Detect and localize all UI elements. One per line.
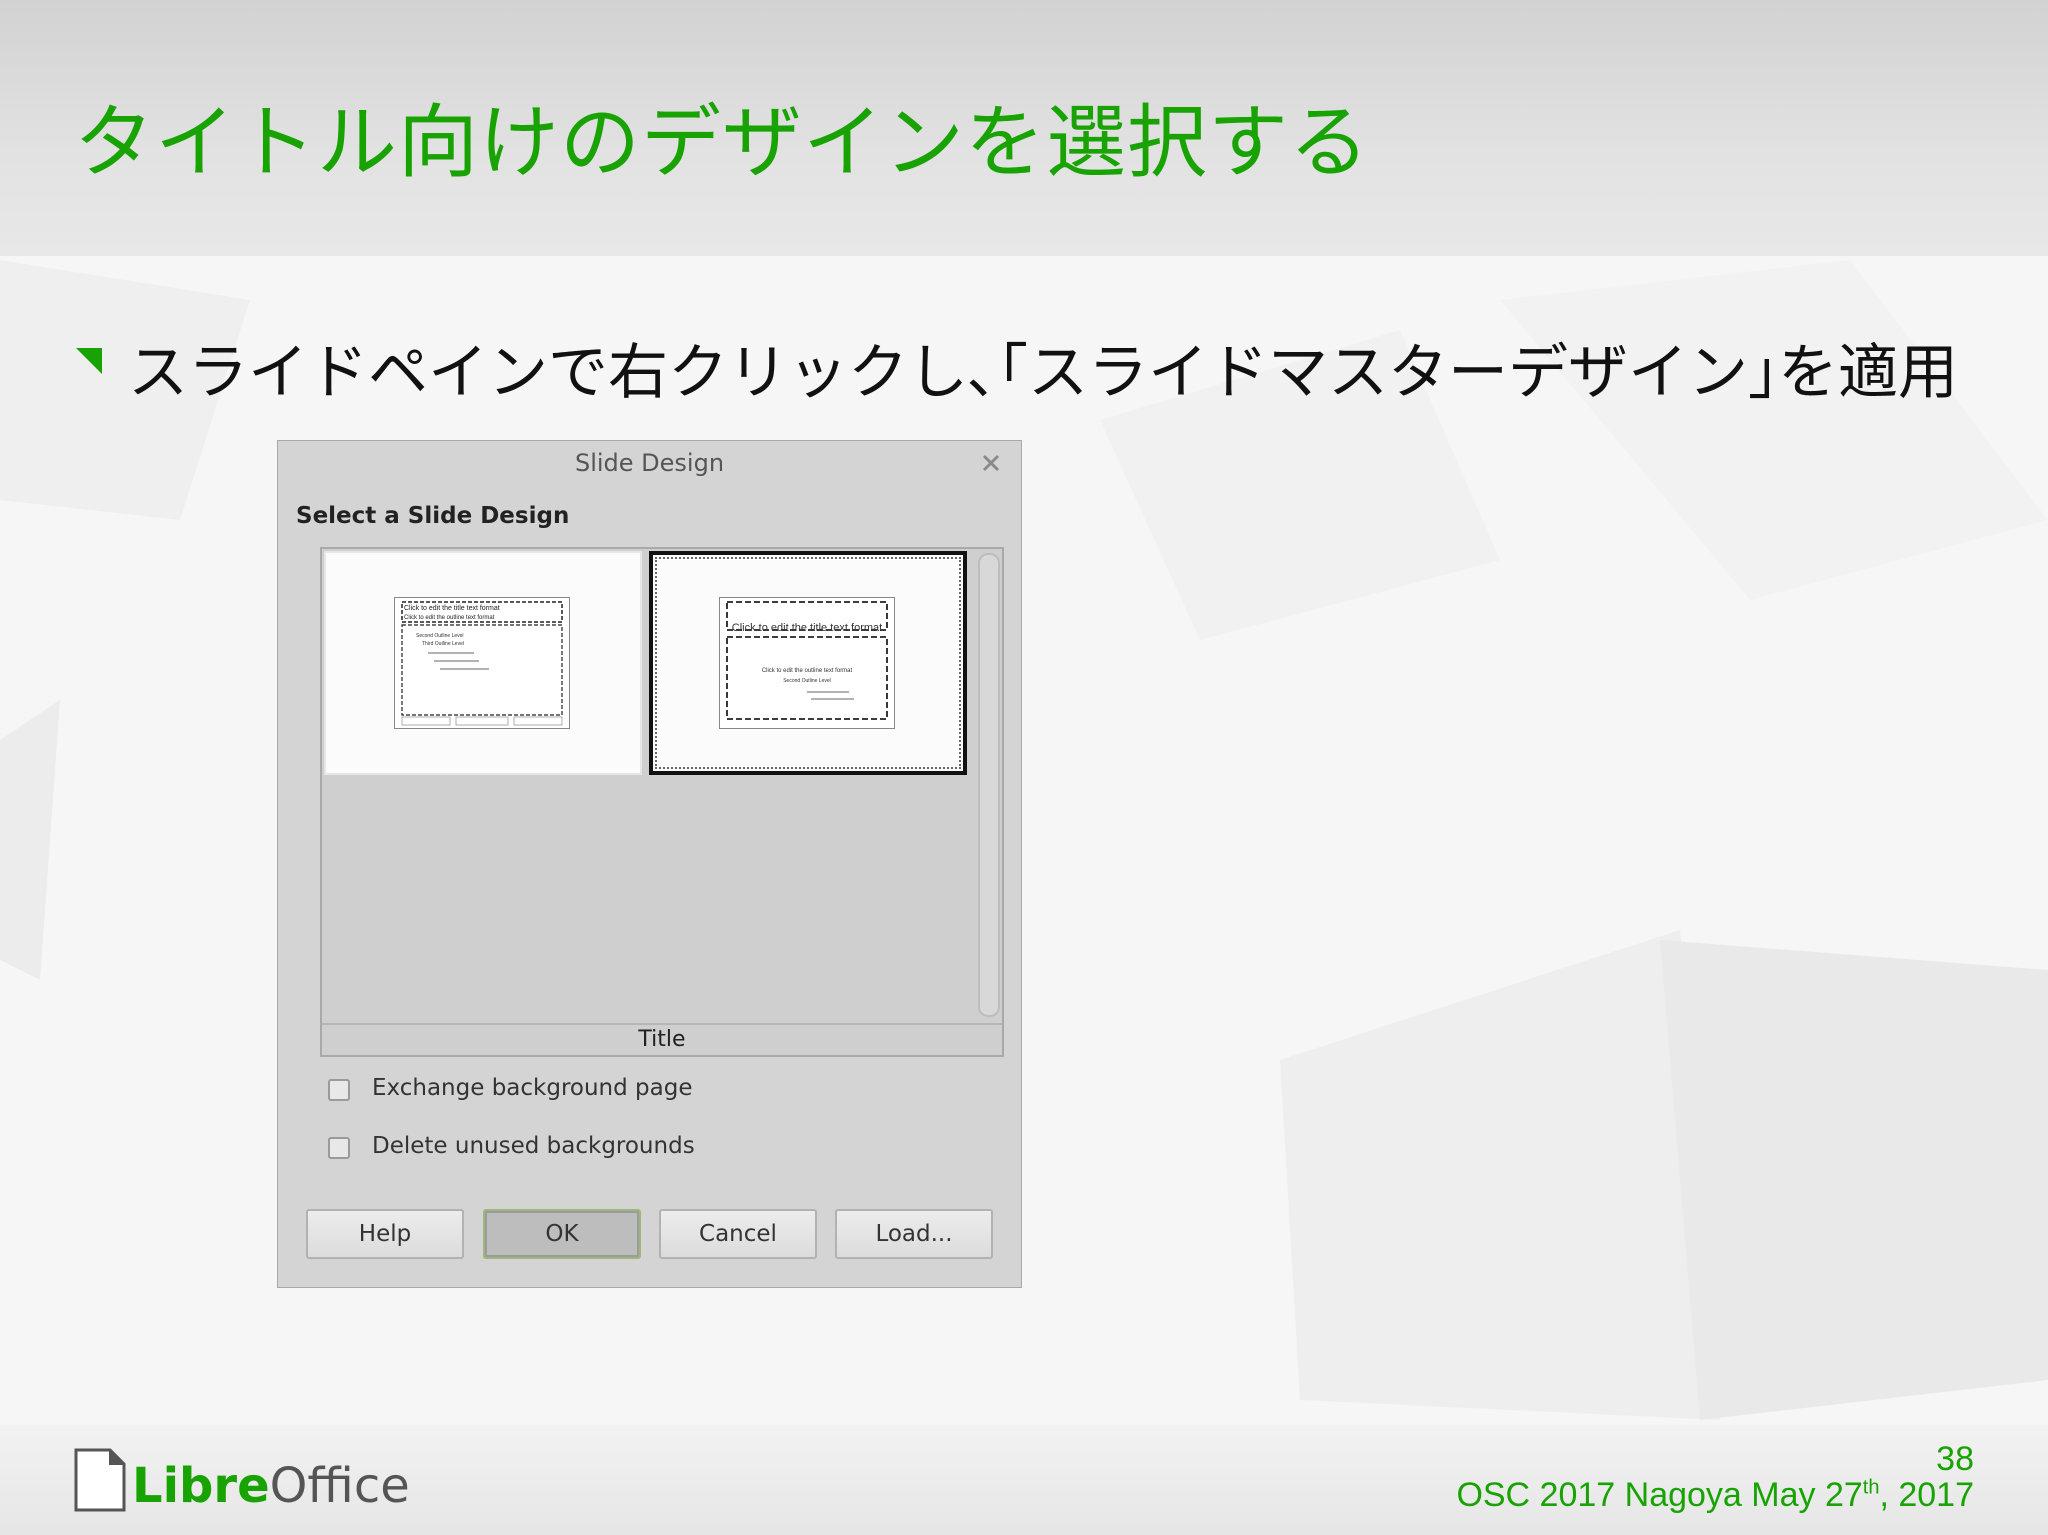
design-list[interactable]: Click to edit the title text format Clic… (320, 547, 1004, 1057)
title-preview-image: Click to edit the title text format Clic… (719, 597, 895, 729)
slide-design-dialog: Slide Design Select a Slide Design Click… (277, 440, 1022, 1288)
design-thumbnail-title[interactable]: Click to edit the title text format Clic… (649, 551, 967, 775)
design-list-scrollbar[interactable] (978, 553, 1000, 1017)
bullet-triangle-icon (76, 348, 102, 374)
delete-unused-backgrounds-checkbox[interactable] (328, 1137, 350, 1159)
design-thumbnail-default[interactable]: Click to edit the title text format Clic… (324, 551, 642, 775)
event-year: , 2017 (1879, 1476, 1974, 1514)
exchange-background-checkbox[interactable] (328, 1079, 350, 1101)
exchange-background-label[interactable]: Exchange background page (372, 1075, 692, 1101)
event-ordinal-suffix: th (1862, 1476, 1880, 1499)
preview-title-text: Click to edit the title text format (404, 605, 500, 612)
help-button[interactable]: Help (306, 1209, 464, 1259)
select-design-label: Select a Slide Design (296, 503, 570, 529)
default-preview-image: Click to edit the title text format Clic… (394, 597, 570, 729)
preview-outline-text: Click to edit the outline text format (762, 668, 853, 674)
preview-outline-text: Click to edit the outline text format (404, 615, 495, 621)
preview-level2-text: Second Outline Level (416, 633, 464, 639)
page-number: 38 (1936, 1440, 1974, 1478)
cancel-button[interactable]: Cancel (659, 1209, 817, 1259)
dialog-title: Slide Design (574, 449, 725, 477)
libreoffice-document-icon (74, 1448, 126, 1512)
preview-title-text: Click to edit the title text format (732, 622, 882, 634)
load-button[interactable]: Load... (835, 1209, 993, 1259)
libreoffice-logo: LibreOffice (132, 1458, 410, 1514)
preview-level3-text: Third Outline Level (422, 641, 464, 647)
caption-divider (322, 1023, 1002, 1025)
selected-design-caption: Title (638, 1027, 686, 1052)
bullet-text: スライドペインで右クリックし､｢スライドマスターデザイン｣を適用 (128, 338, 1958, 408)
slide-title: タイトル向けのデザインを選択する (74, 96, 1370, 189)
logo-office-text: Office (269, 1458, 410, 1514)
event-prefix: OSC 2017 Nagoya May 27 (1456, 1476, 1863, 1514)
delete-unused-backgrounds-label[interactable]: Delete unused backgrounds (372, 1133, 695, 1159)
ok-button[interactable]: OK (483, 1209, 641, 1259)
close-icon[interactable] (981, 453, 1001, 473)
preview-level2-text: Second Outline Level (783, 678, 831, 684)
logo-libre-text: Libre (132, 1458, 270, 1514)
event-info: OSC 2017 Nagoya May 27th, 2017 (1456, 1476, 1974, 1515)
